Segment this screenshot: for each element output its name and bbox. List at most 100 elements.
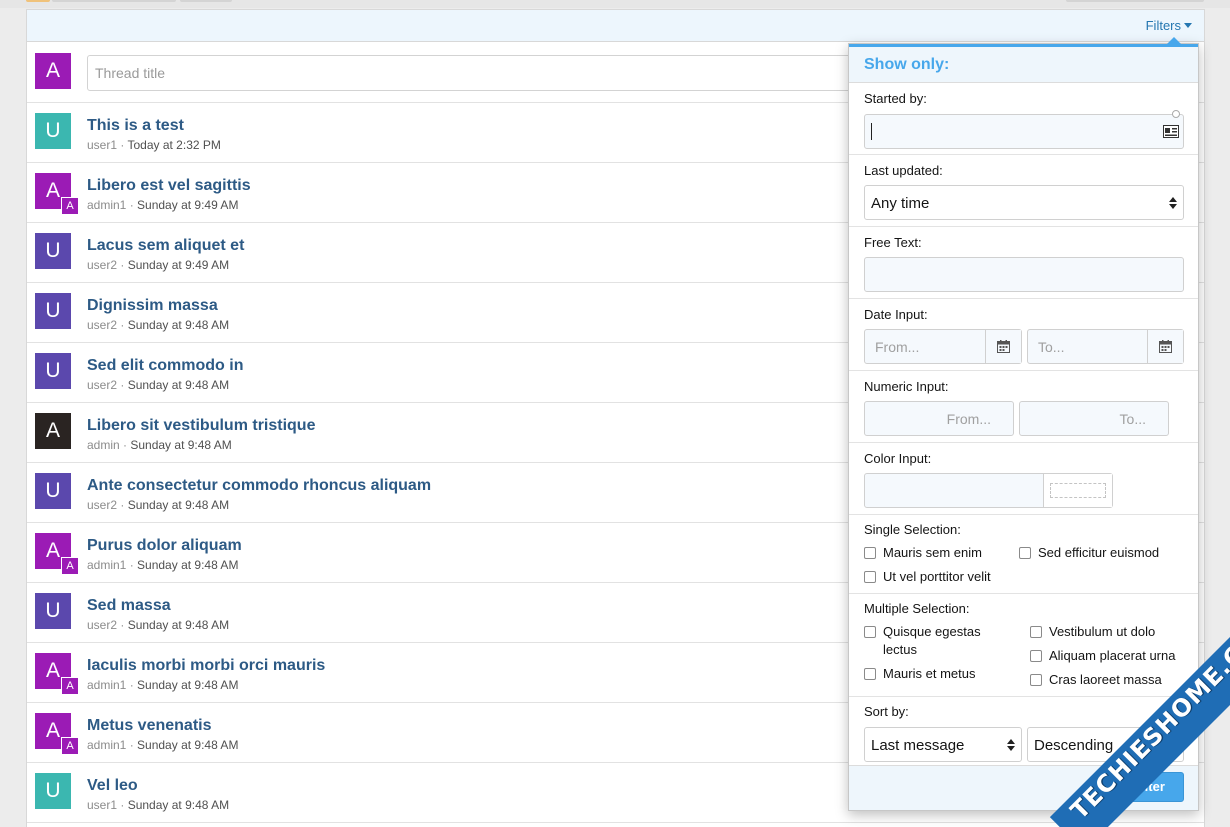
popup-arrow-icon xyxy=(1167,37,1181,44)
checkbox[interactable] xyxy=(864,571,876,583)
thread-title-link[interactable]: Libero sit vestibulum tristique xyxy=(87,417,315,435)
avatar[interactable]: A xyxy=(35,53,71,89)
thread-title-link[interactable]: Metus venenatis xyxy=(87,717,211,735)
filter-submit-button[interactable]: Filter xyxy=(1114,772,1184,802)
thread-author[interactable]: user1 xyxy=(87,798,117,812)
thread-time[interactable]: Sunday at 9:49 AM xyxy=(128,258,229,272)
avatar[interactable]: A xyxy=(35,413,71,449)
thread-time[interactable]: Today at 2:32 PM xyxy=(127,138,220,152)
checkbox[interactable] xyxy=(1030,650,1042,662)
meta-separator: · xyxy=(126,198,138,212)
checkbox[interactable] xyxy=(1030,674,1042,686)
thread-title-link[interactable]: Dignissim massa xyxy=(87,297,218,315)
meta-separator: · xyxy=(126,678,138,692)
meta-separator: · xyxy=(126,738,138,752)
numeric-from-input[interactable]: From... xyxy=(864,401,1014,436)
meta-separator: · xyxy=(126,558,138,572)
date-from-picker[interactable] xyxy=(985,330,1021,363)
sort-direction-select[interactable]: Descending xyxy=(1027,727,1184,762)
thread-time[interactable]: Sunday at 9:48 AM xyxy=(128,378,229,392)
avatar[interactable]: U xyxy=(35,293,71,329)
avatar[interactable]: U xyxy=(35,113,71,149)
checkbox[interactable] xyxy=(864,668,876,680)
filters-toggle[interactable]: Filters xyxy=(1146,18,1192,33)
autocomplete-icon xyxy=(1172,110,1180,118)
date-to-input[interactable]: To... xyxy=(1027,329,1184,364)
thread-title-link[interactable]: Sed elit commodo in xyxy=(87,357,243,375)
thread-author[interactable]: user2 xyxy=(87,618,117,632)
meta-separator: · xyxy=(117,258,128,272)
thread-author[interactable]: user1 xyxy=(87,138,117,152)
thread-title-input[interactable] xyxy=(87,55,867,91)
option-label: Vestibulum ut dolo xyxy=(1049,624,1156,639)
checkbox[interactable] xyxy=(864,626,876,638)
meta-separator: · xyxy=(117,318,128,332)
thread-title-link[interactable]: Iaculis morbi morbi orci mauris xyxy=(87,657,325,675)
last-updated-select[interactable]: Any time xyxy=(864,185,1184,220)
thread-author[interactable]: admin1 xyxy=(87,558,126,572)
filter-popup: Show only: Started by: Last updated: Any… xyxy=(848,37,1199,811)
single-selection-section: Single Selection: Mauris sem enim Sed ef… xyxy=(849,515,1198,594)
avatar[interactable]: U xyxy=(35,353,71,389)
thread-time[interactable]: Sunday at 9:48 AM xyxy=(128,318,229,332)
text-cursor xyxy=(871,123,872,140)
avatar[interactable]: U xyxy=(35,233,71,269)
color-picker-button[interactable] xyxy=(1043,474,1112,507)
thread-meta: admin1 · Sunday at 9:48 AM xyxy=(87,558,238,572)
thread-time[interactable]: Sunday at 9:48 AM xyxy=(128,498,229,512)
avatar[interactable]: U xyxy=(35,473,71,509)
filters-label: Filters xyxy=(1145,18,1181,33)
avatar[interactable]: AA xyxy=(35,653,79,695)
avatar[interactable]: AA xyxy=(35,713,79,755)
thread-meta: admin · Sunday at 9:48 AM xyxy=(87,438,232,452)
thread-time[interactable]: Sunday at 9:49 AM xyxy=(137,198,238,212)
thread-time[interactable]: Sunday at 9:48 AM xyxy=(137,678,238,692)
avatar-letter: A xyxy=(45,539,60,562)
contact-card-icon xyxy=(1163,125,1179,138)
thread-time[interactable]: Sunday at 9:48 AM xyxy=(137,558,238,572)
thread-title-link[interactable]: This is a test xyxy=(87,117,184,135)
checkbox[interactable] xyxy=(1019,547,1031,559)
sort-field-select[interactable]: Last message xyxy=(864,727,1022,762)
thread-title-link[interactable]: Sed massa xyxy=(87,597,171,615)
avatar[interactable]: AA xyxy=(35,173,79,215)
avatar[interactable]: AA xyxy=(35,533,79,575)
thread-time[interactable]: Sunday at 9:48 AM xyxy=(128,798,229,812)
top-tab-4[interactable] xyxy=(1066,0,1204,2)
thread-author[interactable]: admin1 xyxy=(87,738,126,752)
thread-author[interactable]: admin1 xyxy=(87,678,126,692)
top-tab-1[interactable] xyxy=(26,0,50,2)
avatar-letter: A xyxy=(45,719,60,742)
top-tab-3[interactable] xyxy=(180,0,232,2)
checkbox[interactable] xyxy=(1030,626,1042,638)
thread-author[interactable]: user2 xyxy=(87,378,117,392)
meta-separator: · xyxy=(117,498,128,512)
checkbox[interactable] xyxy=(864,547,876,559)
date-from-input[interactable]: From... xyxy=(864,329,1022,364)
top-tab-2[interactable] xyxy=(52,0,176,2)
thread-title-link[interactable]: Purus dolor aliquam xyxy=(87,537,242,555)
thread-title-link[interactable]: Ante consectetur commodo rhoncus aliquam xyxy=(87,477,431,495)
free-text-label: Free Text: xyxy=(864,235,922,250)
thread-time[interactable]: Sunday at 9:48 AM xyxy=(128,618,229,632)
numeric-to-input[interactable]: To... xyxy=(1019,401,1169,436)
thread-title-link[interactable]: Libero est vel sagittis xyxy=(87,177,251,195)
thread-title-link[interactable]: Lacus sem aliquet et xyxy=(87,237,244,255)
date-to-picker[interactable] xyxy=(1147,330,1183,363)
thread-time[interactable]: Sunday at 9:48 AM xyxy=(130,438,231,452)
option-label: Ut vel porttitor velit xyxy=(883,569,991,584)
date-input-label: Date Input: xyxy=(864,307,928,322)
thread-author[interactable]: admin xyxy=(87,438,120,452)
thread-author[interactable]: user2 xyxy=(87,318,117,332)
avatar[interactable]: U xyxy=(35,593,71,629)
avatar[interactable]: U xyxy=(35,773,71,809)
thread-author[interactable]: user2 xyxy=(87,498,117,512)
color-text-input[interactable] xyxy=(864,473,1113,508)
thread-title-link[interactable]: Vel leo xyxy=(87,777,138,795)
thread-author[interactable]: admin1 xyxy=(87,198,126,212)
started-by-input[interactable] xyxy=(864,110,1184,149)
free-text-section: Free Text: xyxy=(849,227,1198,299)
free-text-input[interactable] xyxy=(864,257,1184,292)
thread-time[interactable]: Sunday at 9:48 AM xyxy=(137,738,238,752)
thread-author[interactable]: user2 xyxy=(87,258,117,272)
